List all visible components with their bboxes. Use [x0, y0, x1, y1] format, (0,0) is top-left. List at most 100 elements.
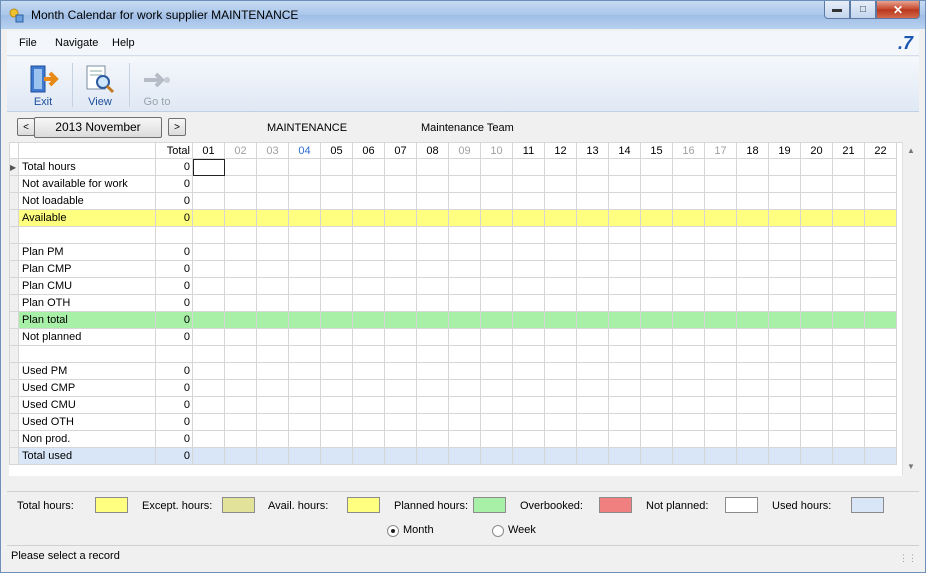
day-cell[interactable] [512, 158, 545, 176]
day-cell[interactable] [352, 362, 385, 380]
row-selector[interactable] [9, 362, 19, 380]
day-cell[interactable] [224, 430, 257, 448]
day-cell[interactable] [864, 277, 897, 295]
day-cell[interactable] [608, 277, 641, 295]
day-cell[interactable] [608, 413, 641, 431]
day-cell[interactable] [416, 209, 449, 227]
day-cell[interactable] [672, 175, 705, 193]
row-selector[interactable] [9, 328, 19, 346]
day-cell[interactable] [512, 192, 545, 210]
day-cell[interactable] [544, 243, 577, 261]
day-cell[interactable] [192, 294, 225, 312]
day-cell[interactable] [672, 226, 705, 244]
calendar-grid[interactable]: Total 01 02 03 04 05 06 07 08 09 10 11 12 13 14 15 16 17… [9, 142, 902, 476]
next-month-button[interactable]: > [168, 118, 186, 136]
day-cell[interactable] [800, 226, 833, 244]
day-cell[interactable] [640, 277, 673, 295]
day-cell[interactable] [512, 226, 545, 244]
day-cell[interactable] [256, 430, 289, 448]
day-cell[interactable] [480, 328, 513, 346]
week-radio[interactable] [492, 525, 504, 537]
day-cell[interactable] [576, 345, 609, 363]
day-cell[interactable] [448, 294, 481, 312]
row-selector[interactable] [9, 430, 19, 448]
table-row[interactable]: Plan OTH 0 [9, 294, 897, 312]
day-cell[interactable] [864, 192, 897, 210]
day-cell[interactable] [544, 311, 577, 329]
day-cell[interactable] [544, 158, 577, 176]
table-row[interactable]: Non prod. 0 [9, 430, 897, 448]
row-selector[interactable] [9, 277, 19, 295]
day-cell[interactable] [512, 277, 545, 295]
close-button[interactable]: ✕ [876, 1, 920, 19]
row-selector[interactable] [9, 413, 19, 431]
day-cell[interactable] [512, 209, 545, 227]
vertical-scrollbar[interactable]: ▲ ▼ [902, 142, 919, 475]
day-cell[interactable] [576, 362, 609, 380]
day-cell[interactable] [256, 396, 289, 414]
day-cell[interactable] [672, 311, 705, 329]
day-cell[interactable] [224, 294, 257, 312]
table-row[interactable]: ▶ Total hours 0 [9, 158, 897, 176]
day-cell[interactable] [672, 328, 705, 346]
day-cell[interactable] [768, 226, 801, 244]
day-cell[interactable] [352, 175, 385, 193]
day-cell[interactable] [576, 209, 609, 227]
day-cell[interactable] [800, 260, 833, 278]
goto-button[interactable]: Go to [131, 61, 183, 109]
day-cell[interactable] [288, 413, 321, 431]
day-cell[interactable] [640, 243, 673, 261]
day-cell[interactable] [736, 192, 769, 210]
day-cell[interactable] [224, 260, 257, 278]
day-cell[interactable] [480, 430, 513, 448]
day-cell[interactable] [544, 294, 577, 312]
day-cell[interactable] [224, 277, 257, 295]
day-cell[interactable] [288, 226, 321, 244]
day-cell[interactable] [608, 311, 641, 329]
day-cell[interactable] [768, 379, 801, 397]
day-cell[interactable] [384, 226, 417, 244]
day-cell[interactable] [800, 158, 833, 176]
day-cell[interactable] [864, 362, 897, 380]
day-cell[interactable] [800, 243, 833, 261]
day-cell[interactable] [832, 311, 865, 329]
day-cell[interactable] [256, 447, 289, 465]
table-row[interactable] [9, 226, 897, 244]
day-cell[interactable] [704, 294, 737, 312]
day-cell[interactable] [288, 362, 321, 380]
day-cell[interactable] [448, 158, 481, 176]
menu-navigate[interactable]: Navigate [55, 37, 98, 49]
day-cell[interactable] [256, 209, 289, 227]
day-cell[interactable] [608, 345, 641, 363]
day-cell[interactable] [512, 447, 545, 465]
day-cell[interactable] [256, 226, 289, 244]
day-cell[interactable] [800, 175, 833, 193]
day-cell[interactable] [416, 345, 449, 363]
day-cell[interactable] [288, 158, 321, 176]
day-cell[interactable] [864, 396, 897, 414]
day-cell[interactable] [448, 379, 481, 397]
day-cell[interactable] [416, 396, 449, 414]
previous-month-button[interactable]: < [17, 118, 35, 136]
day-cell[interactable] [352, 311, 385, 329]
day-cell[interactable] [736, 243, 769, 261]
day-cell[interactable] [608, 328, 641, 346]
table-row[interactable]: Used PM 0 [9, 362, 897, 380]
day-cell[interactable] [384, 311, 417, 329]
day-cell[interactable] [384, 260, 417, 278]
day-cell[interactable] [640, 226, 673, 244]
day-cell[interactable] [768, 243, 801, 261]
day-cell[interactable] [256, 413, 289, 431]
day-cell[interactable] [320, 345, 353, 363]
day-cell[interactable] [352, 396, 385, 414]
day-cell[interactable] [480, 362, 513, 380]
day-cell[interactable] [768, 158, 801, 176]
day-cell[interactable] [704, 362, 737, 380]
day-cell[interactable] [544, 345, 577, 363]
day-cell[interactable] [224, 345, 257, 363]
day-cell[interactable] [512, 379, 545, 397]
day-cell[interactable] [448, 209, 481, 227]
day-cell[interactable] [544, 175, 577, 193]
day-cell[interactable] [800, 311, 833, 329]
day-cell[interactable] [192, 379, 225, 397]
